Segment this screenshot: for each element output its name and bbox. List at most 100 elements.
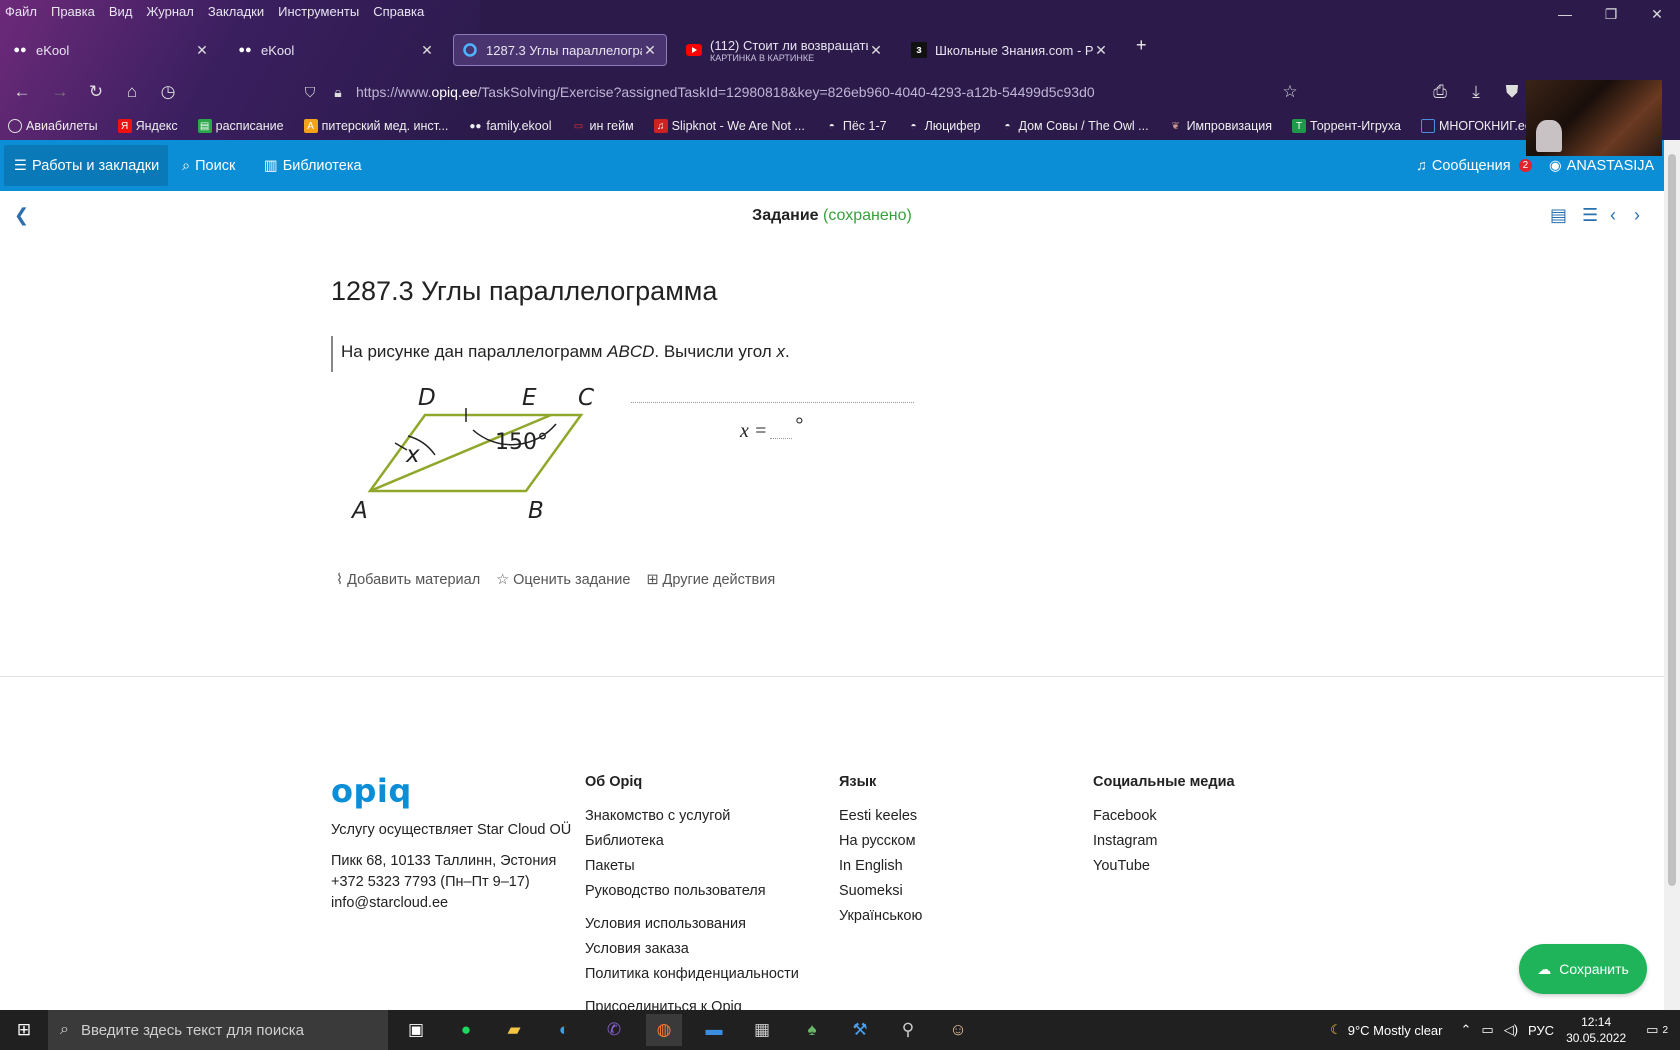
scrollbar-thumb[interactable]	[1668, 154, 1676, 886]
tool-icon[interactable]: ⚒	[842, 1014, 878, 1046]
download-icon[interactable]: ⤓	[1464, 80, 1488, 104]
next-chevron-icon[interactable]: ›	[1634, 205, 1640, 226]
works-and-bookmarks-button[interactable]: ☰ Работы и закладки	[4, 145, 168, 186]
social-link[interactable]: Instagram	[1093, 829, 1235, 854]
back-icon[interactable]: ←	[10, 80, 34, 104]
app-window-icon[interactable]: ▬	[696, 1014, 732, 1046]
close-window-icon[interactable]: ✕	[1634, 0, 1680, 28]
weather-moon-icon[interactable]: ☾	[1330, 1022, 1342, 1038]
pocket-icon[interactable]: ⛊	[1500, 80, 1524, 104]
bookmark-item[interactable]: ◓ Люцифер	[899, 119, 981, 133]
tab-close-icon[interactable]: ✕	[868, 42, 884, 59]
bookmark-item[interactable]: Я Яндекс	[110, 119, 178, 133]
forward-icon[interactable]: →	[48, 80, 72, 104]
bookmark-item[interactable]: ♫ Slipknot - We Are Not ...	[646, 119, 805, 133]
input-language[interactable]: РУС	[1528, 1023, 1554, 1038]
page-scrollbar[interactable]	[1664, 140, 1680, 1010]
print-icon[interactable]: ⎙	[1428, 80, 1452, 104]
menu-history[interactable]: Журнал	[146, 4, 193, 19]
language-link[interactable]: In English	[839, 854, 922, 879]
language-link[interactable]: На русском	[839, 829, 922, 854]
language-link[interactable]: Eesti keeles	[839, 804, 922, 829]
tab-opiq-active[interactable]: 1287.3 Углы параллелограмма ✕	[453, 34, 667, 66]
other-actions-button[interactable]: ⊞ Другие действия	[646, 572, 775, 588]
social-link[interactable]: YouTube	[1093, 854, 1235, 879]
anime-app-icon[interactable]: ☺	[940, 1014, 976, 1046]
bookmark-item[interactable]: ◓ Пёс 1-7	[817, 119, 887, 133]
tab-close-icon[interactable]: ✕	[642, 42, 658, 59]
tab-ekool-2[interactable]: ●● eKool ✕	[229, 32, 443, 68]
menu-bookmarks[interactable]: Закладки	[208, 4, 264, 19]
home-icon[interactable]: ⌂	[120, 80, 144, 104]
library-button[interactable]: ▥ Библиотека	[264, 140, 362, 191]
satellite-icon[interactable]: ⚲	[890, 1014, 926, 1046]
address-bar[interactable]: ⛉ 🔒︎ https://www. opiq.ee/TaskSolving/Exe…	[300, 77, 1300, 107]
bookmark-item[interactable]: ◓ Дом Совы / The Owl ...	[992, 119, 1148, 133]
tray-chevron-icon[interactable]: ⌃	[1461, 1022, 1472, 1038]
bookmark-item[interactable]: Aпитерский мед. инст...	[296, 119, 448, 133]
spotify-icon[interactable]: ●	[448, 1014, 484, 1046]
social-link[interactable]: Facebook	[1093, 804, 1235, 829]
bookmark-item[interactable]: ▭ ин гейм	[564, 119, 634, 133]
bookmark-item[interactable]: ●● family.ekool	[460, 119, 551, 133]
clock[interactable]: 12:14 30.05.2022	[1566, 1014, 1626, 1046]
file-explorer-icon[interactable]: ▰	[496, 1014, 532, 1046]
windows-start-icon[interactable]: ⊞	[6, 1014, 42, 1046]
footer-link[interactable]: Пакеты	[585, 854, 799, 879]
taskbar-search[interactable]: ⌕ Введите здесь текст для поиска	[48, 1010, 388, 1050]
messages-button[interactable]: ♫ Сообщения 2	[1416, 140, 1533, 191]
menu-tools[interactable]: Инструменты	[278, 4, 359, 19]
tab-close-icon[interactable]: ✕	[194, 42, 210, 59]
edge-icon[interactable]: ◐	[546, 1014, 582, 1046]
history-icon[interactable]: ◷	[156, 80, 180, 104]
rate-task-button[interactable]: ☆ Оценить задание	[496, 572, 630, 588]
game-launcher-icon[interactable]: ♠	[794, 1014, 830, 1046]
tab-close-icon[interactable]: ✕	[419, 42, 435, 59]
add-material-button[interactable]: ⌇ Добавить материал	[336, 572, 480, 588]
search-button[interactable]: ⌕ Поиск	[182, 140, 235, 191]
firefox-icon[interactable]: ◍	[646, 1014, 682, 1046]
footer-link[interactable]: Политика конфиденциальности	[585, 962, 799, 987]
save-button[interactable]: ☁ Сохранить	[1519, 944, 1647, 994]
tab-youtube[interactable]: (112) Стоит ли возвращатьсяКАРТИНКА В КА…	[678, 32, 892, 68]
tab-znanija[interactable]: з Школьные Знания.com - Реш ✕	[903, 32, 1117, 68]
calculator-icon[interactable]: ▦	[744, 1014, 780, 1046]
task-view-icon[interactable]: ▣	[398, 1014, 434, 1046]
bookmark-item[interactable]: T Торрент-Игруха	[1284, 119, 1401, 133]
viber-icon[interactable]: ✆	[596, 1014, 632, 1046]
footer-link[interactable]: Знакомство с услугой	[585, 804, 799, 829]
tab-close-icon[interactable]: ✕	[1093, 42, 1109, 59]
prev-chevron-icon[interactable]: ‹	[1610, 205, 1616, 226]
language-link[interactable]: Suomeksi	[839, 879, 922, 904]
bookmark-item[interactable]: Авиабилеты	[0, 119, 98, 133]
bookmark-item[interactable]: ❦ Импровизация	[1161, 119, 1272, 133]
answer-input[interactable]	[770, 425, 793, 439]
footer-link[interactable]: Условия заказа	[585, 937, 799, 962]
restore-icon[interactable]: ❐	[1588, 0, 1634, 28]
lock-icon[interactable]: 🔒︎	[328, 84, 348, 101]
menu-help[interactable]: Справка	[373, 4, 424, 19]
footer-link[interactable]: Условия использования	[585, 912, 799, 937]
notification-icon[interactable]: ▭	[1646, 1022, 1658, 1038]
volume-icon[interactable]: ◁)	[1504, 1022, 1518, 1038]
language-link[interactable]: Українською	[839, 904, 922, 929]
opiq-logo[interactable]: opiq	[331, 772, 412, 810]
menu-view[interactable]: Вид	[109, 4, 133, 19]
menu-file[interactable]: Файл	[5, 4, 37, 19]
footer-link[interactable]: Руководство пользователя	[585, 879, 799, 904]
bookmark-star-icon[interactable]: ☆	[1278, 80, 1302, 104]
footer-link[interactable]: Библиотека	[585, 829, 799, 854]
weather-text[interactable]: 9°C Mostly clear	[1348, 1023, 1443, 1038]
menu-edit[interactable]: Правка	[51, 4, 95, 19]
bookmark-item[interactable]: ▤ расписание	[190, 119, 284, 133]
network-icon[interactable]: ▭	[1481, 1022, 1493, 1038]
book-icon[interactable]: ▤	[1550, 205, 1567, 226]
shield-icon[interactable]: ⛉	[300, 84, 320, 101]
minimize-icon[interactable]: —	[1542, 0, 1588, 28]
list-icon[interactable]: ☰	[1582, 205, 1598, 226]
reload-icon[interactable]: ↻	[84, 80, 108, 104]
music-icon: ♫	[653, 119, 668, 133]
picture-in-picture-video[interactable]	[1526, 80, 1662, 156]
new-tab-icon[interactable]: +	[1136, 35, 1147, 56]
tab-ekool-1[interactable]: ●● eKool ✕	[4, 32, 218, 68]
